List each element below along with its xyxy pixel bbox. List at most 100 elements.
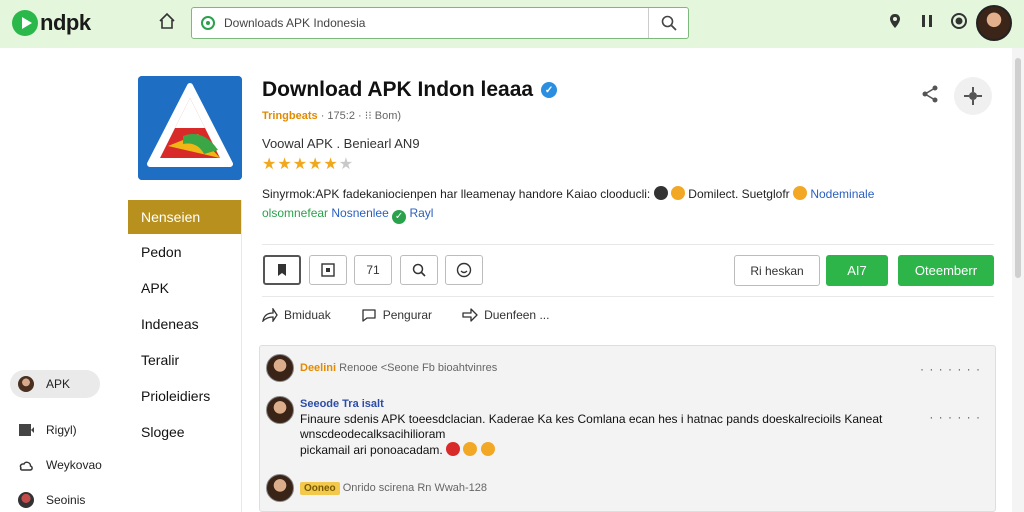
action-comment[interactable]: Pengurar — [361, 308, 432, 322]
action-label: Pengurar — [382, 308, 433, 322]
comment-line: Finaure sdenis APK toeesdclacian. Kadera… — [300, 412, 883, 426]
home-icon — [159, 12, 175, 29]
play-logo-icon — [12, 10, 38, 36]
user-avatar[interactable] — [976, 5, 1012, 41]
emoji-icon — [463, 442, 478, 456]
home-button[interactable] — [156, 12, 178, 34]
emoji-icon — [653, 186, 668, 200]
page-scrollbar[interactable] — [1012, 48, 1024, 512]
zoom-button[interactable] — [400, 255, 438, 285]
share-arrow-icon — [262, 308, 278, 322]
commenter-badge[interactable]: Ooneo — [300, 482, 340, 495]
developer-name[interactable]: Tringbeats — [262, 110, 318, 122]
scrollbar-thumb[interactable] — [1015, 58, 1021, 278]
category-item[interactable]: Pedon — [128, 234, 242, 270]
app-title: Download APK Indon leaaa ✓ — [262, 78, 558, 102]
comment-header: Seeode Tra isalt — [300, 398, 384, 410]
description-link[interactable]: Rayl — [409, 206, 433, 220]
comment-line: pickamail ari ponoacadam. — [300, 442, 920, 458]
search-status-icon — [201, 16, 215, 30]
ratings-button[interactable]: 71 — [354, 255, 392, 285]
emoji-button[interactable] — [445, 255, 483, 285]
emoji-icon — [480, 442, 495, 456]
category-item[interactable]: Teralir — [128, 342, 242, 378]
install-button[interactable]: AI7 — [826, 255, 888, 286]
description-tail: Domilect. Suetglofr — [688, 187, 790, 201]
developer-meta: · 175:2 · ⁝⁝ Bom) — [320, 110, 402, 122]
bookmark-button[interactable] — [263, 255, 301, 285]
left-nav-rigyl[interactable]: Rigyl) — [18, 422, 77, 438]
cloud-icon — [19, 461, 33, 471]
rating-stars: ★★★★★★ — [262, 154, 354, 174]
left-sidebar: APK Rigyl) Weykovao Seoinis — [0, 48, 120, 512]
app-logo[interactable]: ndpk — [12, 10, 91, 36]
comment-line: wnscdeodecalksacihilioram — [300, 427, 446, 441]
star-dim-icon: ★ — [338, 156, 355, 173]
logo-text: ndpk — [40, 10, 91, 35]
search-bar[interactable] — [191, 7, 689, 39]
app-logo-icon — [138, 76, 242, 180]
commenter-avatar[interactable] — [266, 354, 294, 382]
commenter-avatar[interactable] — [266, 396, 294, 424]
category-item[interactable]: Slogee — [128, 414, 242, 450]
left-nav-seoinis[interactable]: Seoinis — [18, 492, 85, 508]
search-input[interactable] — [224, 14, 634, 32]
app-title-text: Download APK Indon leaaa — [262, 78, 534, 101]
comment-header: Deelini Renooe <Seone Fb bioahtvinres — [300, 362, 497, 374]
developer-line: Tringbeats · 175:2 · ⁝⁝ Bom) — [262, 109, 401, 122]
left-nav-label: Rigyl) — [46, 423, 77, 437]
record-icon[interactable] — [950, 12, 968, 30]
comment-more-button[interactable]: · · · · · · — [929, 410, 981, 424]
comment-meta: Onrido scirena Rn Wwah-128 — [342, 482, 488, 494]
user-icon — [18, 492, 34, 508]
emoji-icon — [670, 186, 685, 200]
commenter-name[interactable]: Seeode Tra isalt — [300, 398, 384, 410]
forward-icon — [462, 308, 478, 322]
comment-more-button[interactable]: · · · · · · · — [920, 362, 981, 376]
more-options-button[interactable] — [954, 77, 992, 115]
image-icon — [321, 263, 335, 277]
app-description: Sinyrmok:APK fadekaniocienpen har lleame… — [262, 185, 912, 224]
comment-meta: Renooe <Seone Fb bioahtvinres — [339, 362, 498, 374]
category-item-active[interactable]: Nenseien — [128, 200, 242, 234]
category-item[interactable]: Prioleidiers — [128, 378, 242, 414]
comment-icon — [362, 309, 376, 322]
check-icon: ✓ — [392, 210, 407, 224]
description-green-link[interactable]: olsomnefear — [262, 206, 328, 220]
category-item[interactable]: Indeneas — [128, 306, 242, 342]
open-button[interactable]: Oteemberr — [898, 255, 994, 286]
pause-icon[interactable] — [918, 12, 936, 30]
search-icon — [661, 15, 677, 31]
bookmark-icon — [278, 264, 286, 276]
left-nav-label: APK — [46, 377, 71, 391]
description-text: Sinyrmok:APK fadekaniocienpen har lleame… — [262, 187, 651, 201]
comment-line-text: pickamail ari ponoacadam. — [300, 443, 443, 457]
settings-icon — [964, 87, 982, 105]
action-forward[interactable]: Duenfeen ... — [462, 308, 549, 322]
left-nav-weykovao[interactable]: Weykovao — [18, 458, 102, 472]
left-nav-apk[interactable]: APK — [10, 370, 101, 398]
category-item[interactable]: APK — [128, 270, 242, 306]
action-label: Duenfeen ... — [484, 308, 550, 322]
share-button[interactable] — [920, 84, 940, 104]
comment-header: Ooneo Onrido scirena Rn Wwah-128 — [300, 482, 487, 495]
description-link[interactable]: Nosnenlee — [331, 206, 388, 220]
left-nav-label: Seoinis — [46, 493, 86, 507]
location-icon[interactable] — [886, 12, 904, 30]
top-bar: ndpk — [0, 0, 1024, 48]
emoji-icon — [793, 186, 807, 200]
avatar-icon — [18, 376, 34, 392]
secondary-action-button[interactable]: Ri heskan — [734, 255, 820, 286]
description-link[interactable]: Nodeminale — [810, 187, 874, 201]
commenter-name[interactable]: Deelini — [300, 362, 336, 374]
search-icon — [412, 263, 426, 277]
search-button[interactable] — [648, 8, 688, 38]
left-nav-label: Weykovao — [46, 458, 102, 472]
screenshot-button[interactable] — [309, 255, 347, 285]
divider — [262, 296, 994, 297]
comment-body: Finaure sdenis APK toeesdclacian. Kadera… — [300, 412, 920, 458]
comments-panel: Deelini Renooe <Seone Fb bioahtvinres · … — [259, 345, 996, 512]
commenter-avatar[interactable] — [266, 474, 294, 502]
action-label: Bmiduak — [284, 308, 331, 322]
action-share[interactable]: Bmiduak — [262, 308, 331, 322]
